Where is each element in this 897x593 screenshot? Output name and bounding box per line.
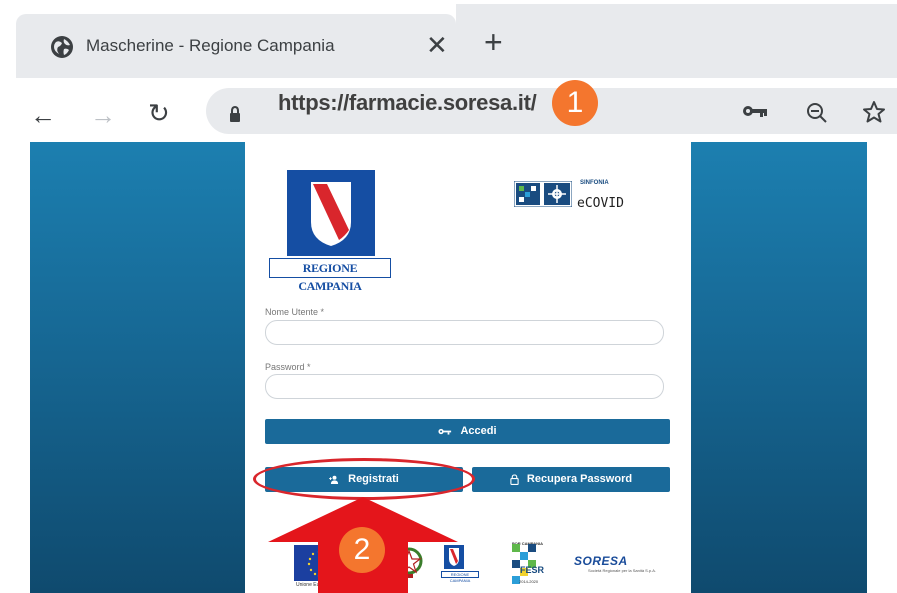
lock-icon [510, 474, 519, 485]
recover-password-label: Recupera Password [526, 473, 633, 485]
forward-button[interactable]: → [90, 102, 116, 128]
back-button[interactable]: ← [30, 102, 56, 128]
fesr-logo [512, 544, 536, 584]
login-button-label: Accedi [460, 425, 497, 437]
reload-button[interactable]: ↻ [148, 100, 170, 126]
browser-tabstrip: Mascherine - Regione Campania ✕ + [0, 0, 897, 80]
screenshot-root: Mascherine - Regione Campania ✕ + ← → ↻ … [0, 0, 897, 593]
zoom-out-icon[interactable] [806, 102, 828, 124]
login-button[interactable]: Accedi [265, 419, 670, 444]
password-label: Password * [265, 362, 311, 372]
new-tab-button[interactable]: + [484, 26, 503, 58]
browser-tab[interactable]: Mascherine - Regione Campania ✕ [16, 14, 456, 80]
sinfonia-label: SINFONIA [580, 180, 609, 186]
tabstrip-background [456, 4, 897, 78]
key-icon[interactable] [742, 104, 768, 118]
ecovid-label: eCOVID [577, 196, 624, 211]
fesr-label: FESR [520, 565, 545, 575]
url-text[interactable]: https://farmacie.soresa.it/ [278, 90, 537, 116]
key-icon [438, 428, 452, 435]
lock-icon[interactable] [229, 106, 241, 122]
soresa-logo-text: SORESA [574, 554, 628, 568]
recover-password-button[interactable]: Recupera Password [472, 467, 670, 492]
register-highlight-ellipse [253, 458, 475, 500]
browser-toolbar: ← → ↻ https://farmacie.soresa.it/ [0, 78, 897, 142]
close-tab-icon[interactable]: ✕ [426, 32, 448, 58]
regione-campania-label: REGIONE CAMPANIA [269, 258, 391, 293]
username-input[interactable] [265, 320, 664, 345]
step-1-badge: 1 [552, 80, 598, 126]
fesr-years-label: 2014-2020 [519, 579, 539, 584]
regione-campania-logo [287, 170, 375, 256]
password-input[interactable] [265, 374, 664, 399]
ecovid-logo-icon [514, 181, 572, 207]
globe-icon [51, 36, 73, 58]
star-icon[interactable] [862, 100, 886, 124]
step-2-badge: 2 [339, 527, 385, 573]
soresa-subtitle: Società Regionale per la Sanità S.p.A. [588, 568, 657, 573]
tab-title: Mascherine - Regione Campania [86, 36, 335, 55]
username-label: Nome Utente * [265, 307, 325, 317]
